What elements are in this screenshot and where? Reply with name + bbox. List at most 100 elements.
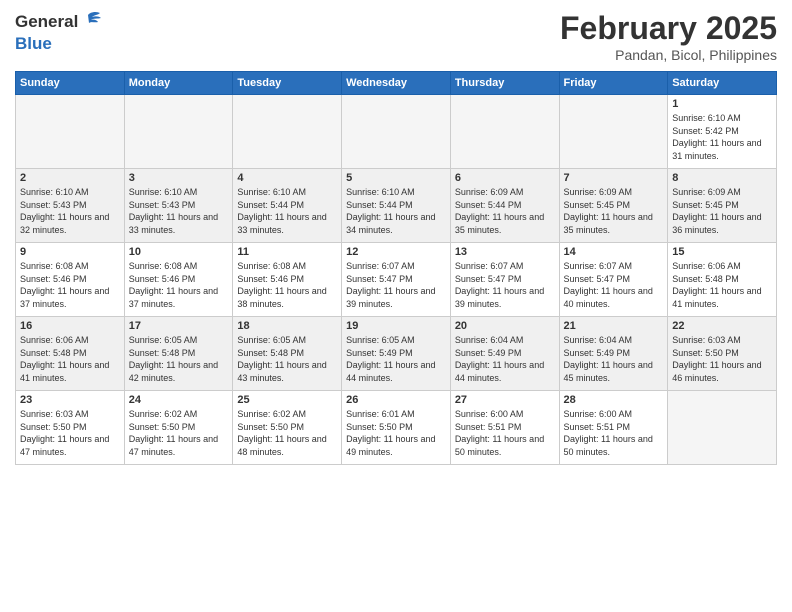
day-number: 19	[346, 320, 446, 332]
day-info: Sunrise: 6:07 AM Sunset: 5:47 PM Dayligh…	[346, 260, 446, 310]
calendar-table: Sunday Monday Tuesday Wednesday Thursday…	[15, 71, 777, 465]
calendar-cell: 28 Sunrise: 6:00 AM Sunset: 5:51 PM Dayli…	[559, 391, 668, 465]
calendar-cell: 12Sunrise: 6:07 AM Sunset: 5:47 PM Dayli…	[342, 243, 451, 317]
day-info: Sunrise: 6:07 AM Sunset: 5:47 PM Dayligh…	[455, 260, 555, 310]
day-info: Sunrise: 6:04 AM Sunset: 5:49 PM Dayligh…	[564, 334, 664, 384]
logo: General Blue	[15, 10, 102, 53]
calendar-cell: 8 Sunrise: 6:09 AM Sunset: 5:45 PM Daylig…	[668, 169, 777, 243]
day-info: Sunrise: 6:08 AM Sunset: 5:46 PM Dayligh…	[129, 260, 229, 310]
day-info: Sunrise: 6:02 AM Sunset: 5:50 PM Dayligh…	[237, 408, 337, 458]
calendar-cell: 17 Sunrise: 6:05 AM Sunset: 5:48 PM Dayli…	[124, 317, 233, 391]
day-number: 2	[20, 172, 120, 184]
day-number: 7	[564, 172, 664, 184]
header: General Blue February 2025 Pandan, Bicol…	[15, 10, 777, 63]
day-number: 24	[129, 394, 229, 406]
day-info: Sunrise: 6:06 AM Sunset: 5:48 PM Dayligh…	[672, 260, 772, 310]
day-info: Sunrise: 6:09 AM Sunset: 5:45 PM Dayligh…	[564, 186, 664, 236]
day-info: Sunrise: 6:03 AM Sunset: 5:50 PM Dayligh…	[20, 408, 120, 458]
calendar-cell: 2 Sunrise: 6:10 AM Sunset: 5:43 PM Daylig…	[16, 169, 125, 243]
day-number: 20	[455, 320, 555, 332]
day-info: Sunrise: 6:10 AM Sunset: 5:44 PM Dayligh…	[237, 186, 337, 236]
calendar-week-1: 1Sunrise: 6:10 AM Sunset: 5:42 PM Daylig…	[16, 95, 777, 169]
calendar-header-row: Sunday Monday Tuesday Wednesday Thursday…	[16, 72, 777, 95]
day-info: Sunrise: 6:05 AM Sunset: 5:48 PM Dayligh…	[237, 334, 337, 384]
calendar-week-3: 9Sunrise: 6:08 AM Sunset: 5:46 PM Daylig…	[16, 243, 777, 317]
calendar-cell	[668, 391, 777, 465]
day-number: 21	[564, 320, 664, 332]
logo-blue-text: Blue	[15, 35, 52, 54]
calendar-cell: 24Sunrise: 6:02 AM Sunset: 5:50 PM Dayli…	[124, 391, 233, 465]
calendar-cell: 21 Sunrise: 6:04 AM Sunset: 5:49 PM Dayli…	[559, 317, 668, 391]
day-number: 15	[672, 246, 772, 258]
day-number: 17	[129, 320, 229, 332]
header-tuesday: Tuesday	[233, 72, 342, 95]
title-section: February 2025 Pandan, Bicol, Philippines	[560, 10, 777, 63]
calendar-cell: 18 Sunrise: 6:05 AM Sunset: 5:48 PM Dayli…	[233, 317, 342, 391]
day-info: Sunrise: 6:06 AM Sunset: 5:48 PM Dayligh…	[20, 334, 120, 384]
calendar-cell	[233, 95, 342, 169]
calendar-cell: 27Sunrise: 6:00 AM Sunset: 5:51 PM Dayli…	[450, 391, 559, 465]
header-sunday: Sunday	[16, 72, 125, 95]
calendar-cell: 1Sunrise: 6:10 AM Sunset: 5:42 PM Daylig…	[668, 95, 777, 169]
day-info: Sunrise: 6:00 AM Sunset: 5:51 PM Dayligh…	[564, 408, 664, 458]
header-monday: Monday	[124, 72, 233, 95]
day-number: 25	[237, 394, 337, 406]
day-number: 18	[237, 320, 337, 332]
header-saturday: Saturday	[668, 72, 777, 95]
day-info: Sunrise: 6:10 AM Sunset: 5:43 PM Dayligh…	[129, 186, 229, 236]
calendar-cell: 16 Sunrise: 6:06 AM Sunset: 5:48 PM Dayli…	[16, 317, 125, 391]
calendar-cell: 22 Sunrise: 6:03 AM Sunset: 5:50 PM Dayli…	[668, 317, 777, 391]
calendar-cell: 11 Sunrise: 6:08 AM Sunset: 5:46 PM Dayli…	[233, 243, 342, 317]
day-info: Sunrise: 6:10 AM Sunset: 5:42 PM Dayligh…	[672, 112, 772, 162]
day-info: Sunrise: 6:04 AM Sunset: 5:49 PM Dayligh…	[455, 334, 555, 384]
day-number: 6	[455, 172, 555, 184]
day-info: Sunrise: 6:05 AM Sunset: 5:49 PM Dayligh…	[346, 334, 446, 384]
calendar-cell: 15 Sunrise: 6:06 AM Sunset: 5:48 PM Dayli…	[668, 243, 777, 317]
day-info: Sunrise: 6:10 AM Sunset: 5:43 PM Dayligh…	[20, 186, 120, 236]
day-number: 16	[20, 320, 120, 332]
calendar-cell: 25 Sunrise: 6:02 AM Sunset: 5:50 PM Dayli…	[233, 391, 342, 465]
header-friday: Friday	[559, 72, 668, 95]
day-info: Sunrise: 6:10 AM Sunset: 5:44 PM Dayligh…	[346, 186, 446, 236]
logo-bird-icon	[80, 10, 102, 30]
calendar-cell: 14 Sunrise: 6:07 AM Sunset: 5:47 PM Dayli…	[559, 243, 668, 317]
day-number: 8	[672, 172, 772, 184]
calendar-week-2: 2 Sunrise: 6:10 AM Sunset: 5:43 PM Daylig…	[16, 169, 777, 243]
calendar-cell	[559, 95, 668, 169]
page-container: General Blue February 2025 Pandan, Bicol…	[0, 0, 792, 612]
day-info: Sunrise: 6:05 AM Sunset: 5:48 PM Dayligh…	[129, 334, 229, 384]
day-number: 4	[237, 172, 337, 184]
day-info: Sunrise: 6:09 AM Sunset: 5:45 PM Dayligh…	[672, 186, 772, 236]
day-number: 11	[237, 246, 337, 258]
calendar-cell	[342, 95, 451, 169]
day-info: Sunrise: 6:03 AM Sunset: 5:50 PM Dayligh…	[672, 334, 772, 384]
day-info: Sunrise: 6:07 AM Sunset: 5:47 PM Dayligh…	[564, 260, 664, 310]
calendar-cell: 5 Sunrise: 6:10 AM Sunset: 5:44 PM Daylig…	[342, 169, 451, 243]
day-number: 5	[346, 172, 446, 184]
day-number: 22	[672, 320, 772, 332]
header-wednesday: Wednesday	[342, 72, 451, 95]
calendar-cell	[124, 95, 233, 169]
calendar-cell: 4 Sunrise: 6:10 AM Sunset: 5:44 PM Daylig…	[233, 169, 342, 243]
calendar-cell: 10Sunrise: 6:08 AM Sunset: 5:46 PM Dayli…	[124, 243, 233, 317]
calendar-cell: 19 Sunrise: 6:05 AM Sunset: 5:49 PM Dayli…	[342, 317, 451, 391]
day-number: 13	[455, 246, 555, 258]
day-info: Sunrise: 6:08 AM Sunset: 5:46 PM Dayligh…	[237, 260, 337, 310]
calendar-cell: 20 Sunrise: 6:04 AM Sunset: 5:49 PM Dayli…	[450, 317, 559, 391]
day-number: 23	[20, 394, 120, 406]
day-info: Sunrise: 6:00 AM Sunset: 5:51 PM Dayligh…	[455, 408, 555, 458]
calendar-cell	[16, 95, 125, 169]
calendar-cell: 7 Sunrise: 6:09 AM Sunset: 5:45 PM Daylig…	[559, 169, 668, 243]
day-info: Sunrise: 6:09 AM Sunset: 5:44 PM Dayligh…	[455, 186, 555, 236]
day-number: 3	[129, 172, 229, 184]
day-number: 14	[564, 246, 664, 258]
location: Pandan, Bicol, Philippines	[560, 47, 777, 63]
logo-general-text: General	[15, 13, 78, 32]
calendar-week-4: 16 Sunrise: 6:06 AM Sunset: 5:48 PM Dayli…	[16, 317, 777, 391]
header-thursday: Thursday	[450, 72, 559, 95]
calendar-cell: 26Sunrise: 6:01 AM Sunset: 5:50 PM Dayli…	[342, 391, 451, 465]
day-number: 28	[564, 394, 664, 406]
calendar-cell: 6 Sunrise: 6:09 AM Sunset: 5:44 PM Daylig…	[450, 169, 559, 243]
calendar-cell: 3 Sunrise: 6:10 AM Sunset: 5:43 PM Daylig…	[124, 169, 233, 243]
calendar-week-5: 23 Sunrise: 6:03 AM Sunset: 5:50 PM Dayli…	[16, 391, 777, 465]
